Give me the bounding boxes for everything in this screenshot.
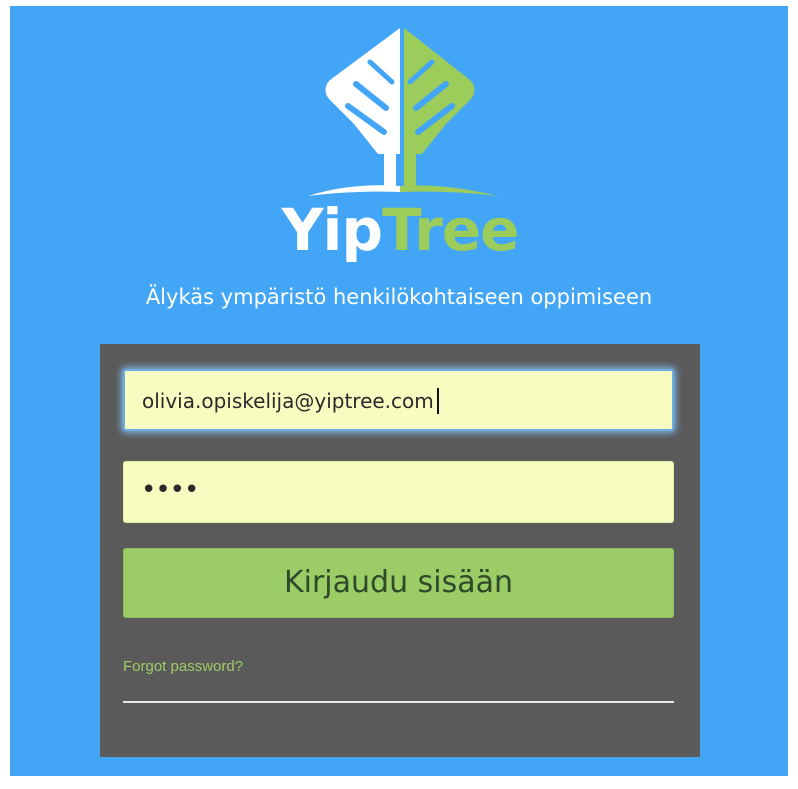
forgot-password-link[interactable]: Forgot password? — [123, 658, 243, 675]
text-caret — [436, 387, 439, 414]
brand-wordmark: YipTree — [260, 196, 540, 264]
tree-leaf-icon — [308, 28, 498, 196]
divider — [123, 701, 674, 703]
brand-name-part2: Tree — [381, 196, 519, 264]
login-button[interactable]: Kirjaudu sisään — [123, 548, 674, 618]
email-field[interactable]: olivia.opiskelija@yiptree.com — [123, 369, 674, 431]
password-field-value: •••• — [141, 475, 199, 505]
yiptree-logo: YipTree — [260, 26, 540, 266]
login-panel: olivia.opiskelija@yiptree.com •••• Kirja… — [100, 344, 700, 757]
email-field-value: olivia.opiskelija@yiptree.com — [142, 389, 434, 413]
brand-name-part1: Yip — [281, 196, 383, 264]
login-page: YipTree Älykäs ympäristö henkilökohtaise… — [10, 6, 788, 776]
tagline: Älykäs ympäristö henkilökohtaiseen oppim… — [145, 285, 653, 309]
password-field[interactable]: •••• — [123, 461, 674, 523]
